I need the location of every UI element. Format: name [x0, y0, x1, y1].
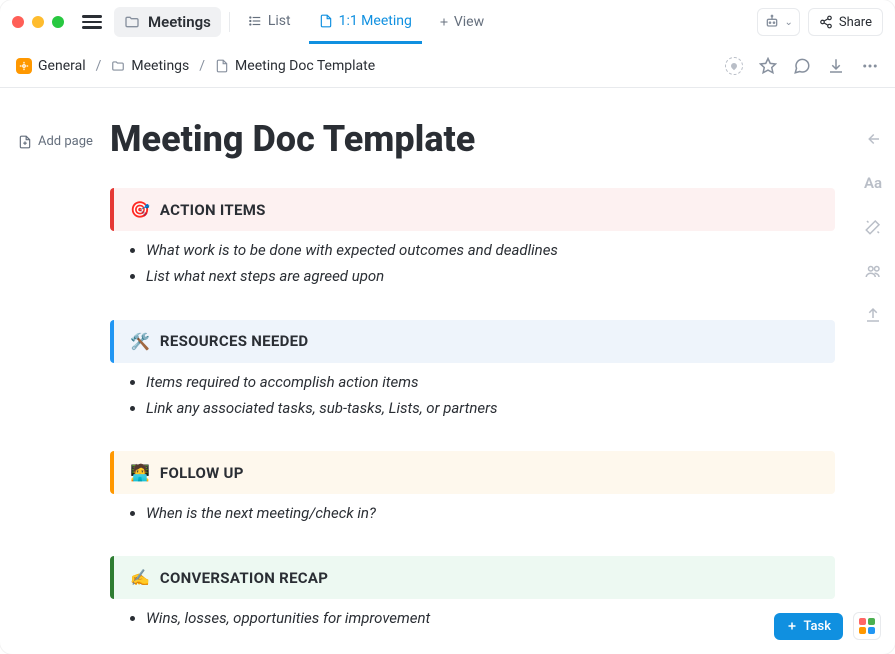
page-title[interactable]: Meeting Doc Template [110, 118, 835, 160]
folder-label: Meetings [148, 13, 211, 31]
apps-button[interactable] [853, 612, 881, 640]
people-icon [864, 262, 882, 280]
tag-icon [725, 57, 743, 75]
new-task-button[interactable]: Task [774, 613, 843, 640]
list-item[interactable]: What work is to be done with expected ou… [146, 237, 835, 263]
collapse-icon [864, 130, 882, 148]
list-item[interactable]: Wins, losses, opportunities for improvem… [146, 605, 835, 631]
list-item[interactable]: Link any associated tasks, sub-tasks, Li… [146, 395, 835, 421]
section-items[interactable]: What work is to be done with expected ou… [110, 237, 835, 290]
breadcrumb-label: General [38, 58, 86, 74]
share-icon [819, 15, 833, 29]
window-controls [12, 16, 64, 28]
divider [229, 12, 230, 32]
breadcrumb-bar: General / Meetings / Meeting Doc Templat… [0, 44, 895, 88]
section-items[interactable]: Items required to accomplish action item… [110, 369, 835, 422]
tab-meeting[interactable]: 1:1 Meeting [309, 0, 422, 44]
section-emoji: 🛠️ [130, 332, 150, 351]
main-area: Add page Meeting Doc Template 🎯 ACTION IT… [0, 88, 895, 654]
breadcrumb-separator: / [96, 58, 102, 74]
menu-icon[interactable] [82, 15, 102, 29]
chevron-down-icon: ⌄ [784, 17, 792, 28]
bottom-actions: Task [774, 612, 881, 640]
section-callout[interactable]: 🎯 ACTION ITEMS [110, 188, 835, 231]
section-callout[interactable]: 🧑‍💻 FOLLOW UP [110, 451, 835, 494]
collaborators-button[interactable] [864, 262, 882, 280]
section-items[interactable]: When is the next meeting/check in? [110, 500, 835, 526]
section-heading: RESOURCES NEEDED [160, 332, 309, 350]
right-rail: Aa [851, 130, 895, 324]
download-icon [827, 57, 845, 75]
more-icon [861, 57, 879, 75]
section-items[interactable]: Wins, losses, opportunities for improvem… [110, 605, 835, 631]
section-heading: CONVERSATION RECAP [160, 569, 328, 587]
download-button[interactable] [827, 57, 845, 75]
breadcrumb-separator: / [199, 58, 205, 74]
upload-icon [864, 306, 882, 324]
tag-button[interactable] [725, 57, 743, 75]
section-heading: ACTION ITEMS [160, 201, 266, 219]
breadcrumb-label: Meeting Doc Template [235, 58, 375, 74]
doc-icon [319, 14, 333, 28]
tab-label: List [268, 13, 291, 29]
list-item[interactable]: When is the next meeting/check in? [146, 500, 835, 526]
comment-button[interactable] [793, 57, 811, 75]
plus-icon [438, 16, 450, 28]
breadcrumb-label: Meetings [131, 58, 189, 74]
list-item[interactable]: List what next steps are agreed upon [146, 263, 835, 289]
minimize-window-icon[interactable] [32, 16, 44, 28]
task-label: Task [803, 619, 831, 634]
share-button[interactable]: Share [808, 8, 883, 36]
typography-button[interactable]: Aa [864, 174, 882, 192]
automation-button[interactable]: ⌄ [757, 8, 799, 36]
maximize-window-icon[interactable] [52, 16, 64, 28]
tab-label: 1:1 Meeting [339, 13, 412, 29]
tab-list[interactable]: List [238, 0, 301, 44]
add-page-button[interactable]: Add page [18, 134, 98, 149]
breadcrumb-meetings[interactable]: Meetings [111, 58, 189, 74]
favorite-button[interactable] [759, 57, 777, 75]
folder-icon [124, 14, 140, 30]
wand-icon [864, 218, 882, 236]
document-content[interactable]: Meeting Doc Template 🎯 ACTION ITEMS What w… [110, 88, 895, 654]
list-item[interactable]: Items required to accomplish action item… [146, 369, 835, 395]
page-actions [725, 57, 879, 75]
export-button[interactable] [864, 306, 882, 324]
folder-chip[interactable]: Meetings [114, 7, 221, 37]
folder-icon [111, 59, 125, 73]
collapse-button[interactable] [864, 130, 882, 148]
add-view-label: View [454, 14, 484, 30]
space-icon [16, 58, 32, 74]
robot-icon [764, 14, 780, 30]
section-callout[interactable]: ✍️ CONVERSATION RECAP [110, 556, 835, 599]
list-icon [248, 14, 262, 28]
doc-icon [215, 59, 229, 73]
close-window-icon[interactable] [12, 16, 24, 28]
comment-icon [793, 57, 811, 75]
plus-icon [786, 620, 798, 632]
breadcrumb-doc[interactable]: Meeting Doc Template [215, 58, 375, 74]
add-page-label: Add page [38, 134, 93, 149]
add-page-icon [18, 135, 32, 149]
more-button[interactable] [861, 57, 879, 75]
share-label: Share [839, 15, 872, 30]
section-heading: FOLLOW UP [160, 464, 244, 482]
section-callout[interactable]: 🛠️ RESOURCES NEEDED [110, 320, 835, 363]
breadcrumb-general[interactable]: General [16, 58, 86, 74]
ai-button[interactable] [864, 218, 882, 236]
section-emoji: 🧑‍💻 [130, 463, 150, 482]
section-emoji: ✍️ [130, 568, 150, 587]
left-gutter: Add page [0, 88, 110, 654]
section-emoji: 🎯 [130, 200, 150, 219]
star-icon [759, 57, 777, 75]
top-bar: Meetings List 1:1 Meeting View ⌄ Share [0, 0, 895, 44]
add-view-button[interactable]: View [430, 14, 492, 30]
